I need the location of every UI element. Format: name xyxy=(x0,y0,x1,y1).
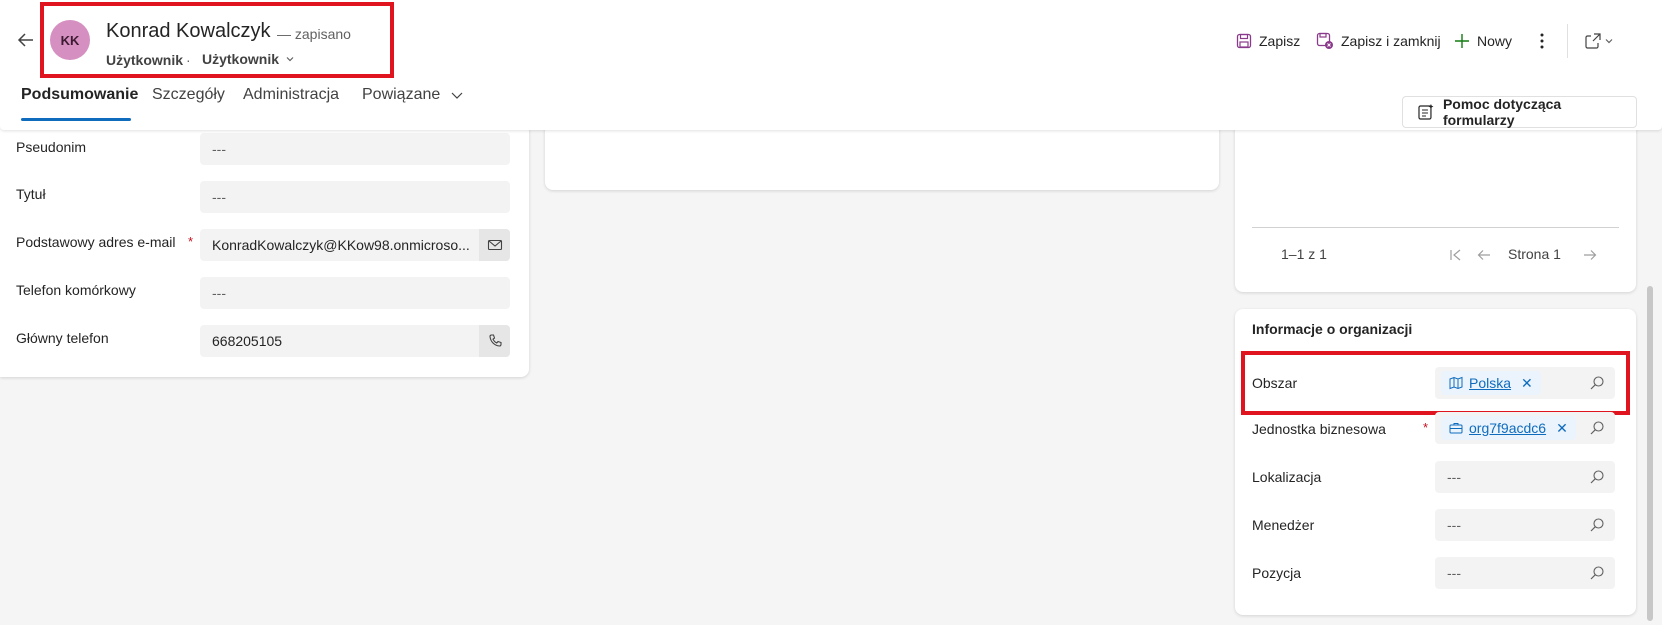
territory-label: Obszar xyxy=(1252,375,1298,391)
main-phone-field[interactable]: 668205105 xyxy=(200,325,510,357)
search-icon[interactable] xyxy=(1589,565,1605,581)
primary-email-label: Podstawowy adres e-mail xyxy=(16,234,176,250)
more-commands-icon[interactable] xyxy=(1532,30,1552,52)
business-unit-lookup[interactable]: org7f9acdc6 ✕ xyxy=(1435,412,1615,444)
form-help-button[interactable]: Pomoc dotycząca formularzy xyxy=(1402,96,1637,128)
site-value: --- xyxy=(1447,469,1461,485)
tab-administration[interactable]: Administracja xyxy=(243,86,339,104)
record-count: 1–1 z 1 xyxy=(1281,246,1327,262)
plus-icon xyxy=(1455,34,1469,48)
new-button[interactable]: Nowy xyxy=(1454,30,1512,52)
site-lookup[interactable]: --- xyxy=(1435,461,1615,493)
command-divider xyxy=(1567,24,1568,58)
save-icon xyxy=(1236,33,1252,49)
business-unit-icon xyxy=(1449,423,1463,434)
phone-icon xyxy=(488,334,502,347)
search-icon[interactable] xyxy=(1589,420,1605,436)
mail-icon xyxy=(487,239,502,251)
tab-related-label: Powiązane xyxy=(362,86,441,103)
remove-business-unit-button[interactable]: ✕ xyxy=(1556,420,1568,437)
tab-summary[interactable]: Podsumowanie xyxy=(21,86,138,104)
territory-link[interactable]: Polska xyxy=(1469,375,1511,391)
active-tab-indicator xyxy=(21,118,131,121)
back-arrow-icon[interactable] xyxy=(14,28,38,52)
mobile-phone-label: Telefon komórkowy xyxy=(16,282,136,298)
required-marker: * xyxy=(1423,420,1429,435)
first-page-icon[interactable] xyxy=(1448,247,1464,263)
search-icon[interactable] xyxy=(1589,469,1605,485)
header-highlight-box xyxy=(40,2,394,78)
business-unit-label: Jednostka biznesowa xyxy=(1252,421,1386,437)
search-icon[interactable] xyxy=(1589,517,1605,533)
save-and-close-button[interactable]: Zapisz i zamknij xyxy=(1316,30,1441,52)
title-field[interactable]: --- xyxy=(200,181,510,213)
remove-territory-button[interactable]: ✕ xyxy=(1521,375,1533,392)
business-unit-link[interactable]: org7f9acdc6 xyxy=(1469,420,1546,436)
contact-info-section: Pseudonim --- Tytuł --- Podstawowy adres… xyxy=(0,110,529,377)
organization-info-section: Informacje o organizacji Obszar Polska ✕… xyxy=(1235,309,1636,615)
site-label: Lokalizacja xyxy=(1252,469,1322,485)
save-close-icon xyxy=(1316,32,1333,49)
mobile-phone-field[interactable]: --- xyxy=(200,277,510,309)
save-and-close-label: Zapisz i zamknij xyxy=(1341,33,1441,49)
previous-page-icon[interactable] xyxy=(1476,247,1492,263)
subgrid-divider xyxy=(1252,227,1619,228)
tab-related[interactable]: Powiązane xyxy=(362,86,464,104)
nickname-label: Pseudonim xyxy=(16,139,87,155)
save-button[interactable]: Zapisz xyxy=(1236,30,1300,52)
manager-lookup[interactable]: --- xyxy=(1435,509,1615,541)
chevron-down-icon xyxy=(1605,39,1613,44)
territory-lookup[interactable]: Polska ✕ xyxy=(1435,367,1615,399)
form-help-icon xyxy=(1418,104,1434,120)
save-button-label: Zapisz xyxy=(1259,33,1301,49)
page-indicator: Strona 1 xyxy=(1508,246,1561,262)
form-help-label: Pomoc dotycząca formularzy xyxy=(1442,96,1562,128)
tab-details[interactable]: Szczegóły xyxy=(152,86,225,104)
position-value: --- xyxy=(1447,565,1461,581)
required-marker: * xyxy=(188,234,194,249)
map-icon xyxy=(1449,376,1463,390)
nickname-field[interactable]: --- xyxy=(200,133,510,165)
title-label: Tytuł xyxy=(16,186,46,202)
next-page-icon[interactable] xyxy=(1582,247,1598,263)
send-email-button[interactable] xyxy=(479,229,510,261)
chevron-down-icon xyxy=(451,92,463,99)
primary-email-value: KonradKowalczyk@KKow98.onmicroso... xyxy=(212,237,470,253)
territory-tag: Polska ✕ xyxy=(1441,371,1541,395)
section-title: Informacje o organizacji xyxy=(1252,321,1413,337)
related-subgrid-section: 1–1 z 1 Strona 1 xyxy=(1235,110,1636,292)
share-button[interactable] xyxy=(1584,30,1614,52)
call-phone-button[interactable] xyxy=(479,325,510,357)
main-phone-value: 668205105 xyxy=(212,333,283,349)
new-button-label: Nowy xyxy=(1477,33,1513,49)
share-icon xyxy=(1585,33,1601,49)
position-label: Pozycja xyxy=(1252,565,1302,581)
position-lookup[interactable]: --- xyxy=(1435,557,1615,589)
manager-value: --- xyxy=(1447,517,1461,533)
primary-email-field[interactable]: KonradKowalczyk@KKow98.onmicroso... xyxy=(200,229,510,261)
manager-label: Menedżer xyxy=(1252,517,1315,533)
business-unit-tag: org7f9acdc6 ✕ xyxy=(1441,416,1576,440)
main-phone-label: Główny telefon xyxy=(16,330,109,346)
scrollbar-thumb[interactable] xyxy=(1647,286,1653,621)
search-icon[interactable] xyxy=(1589,375,1605,391)
